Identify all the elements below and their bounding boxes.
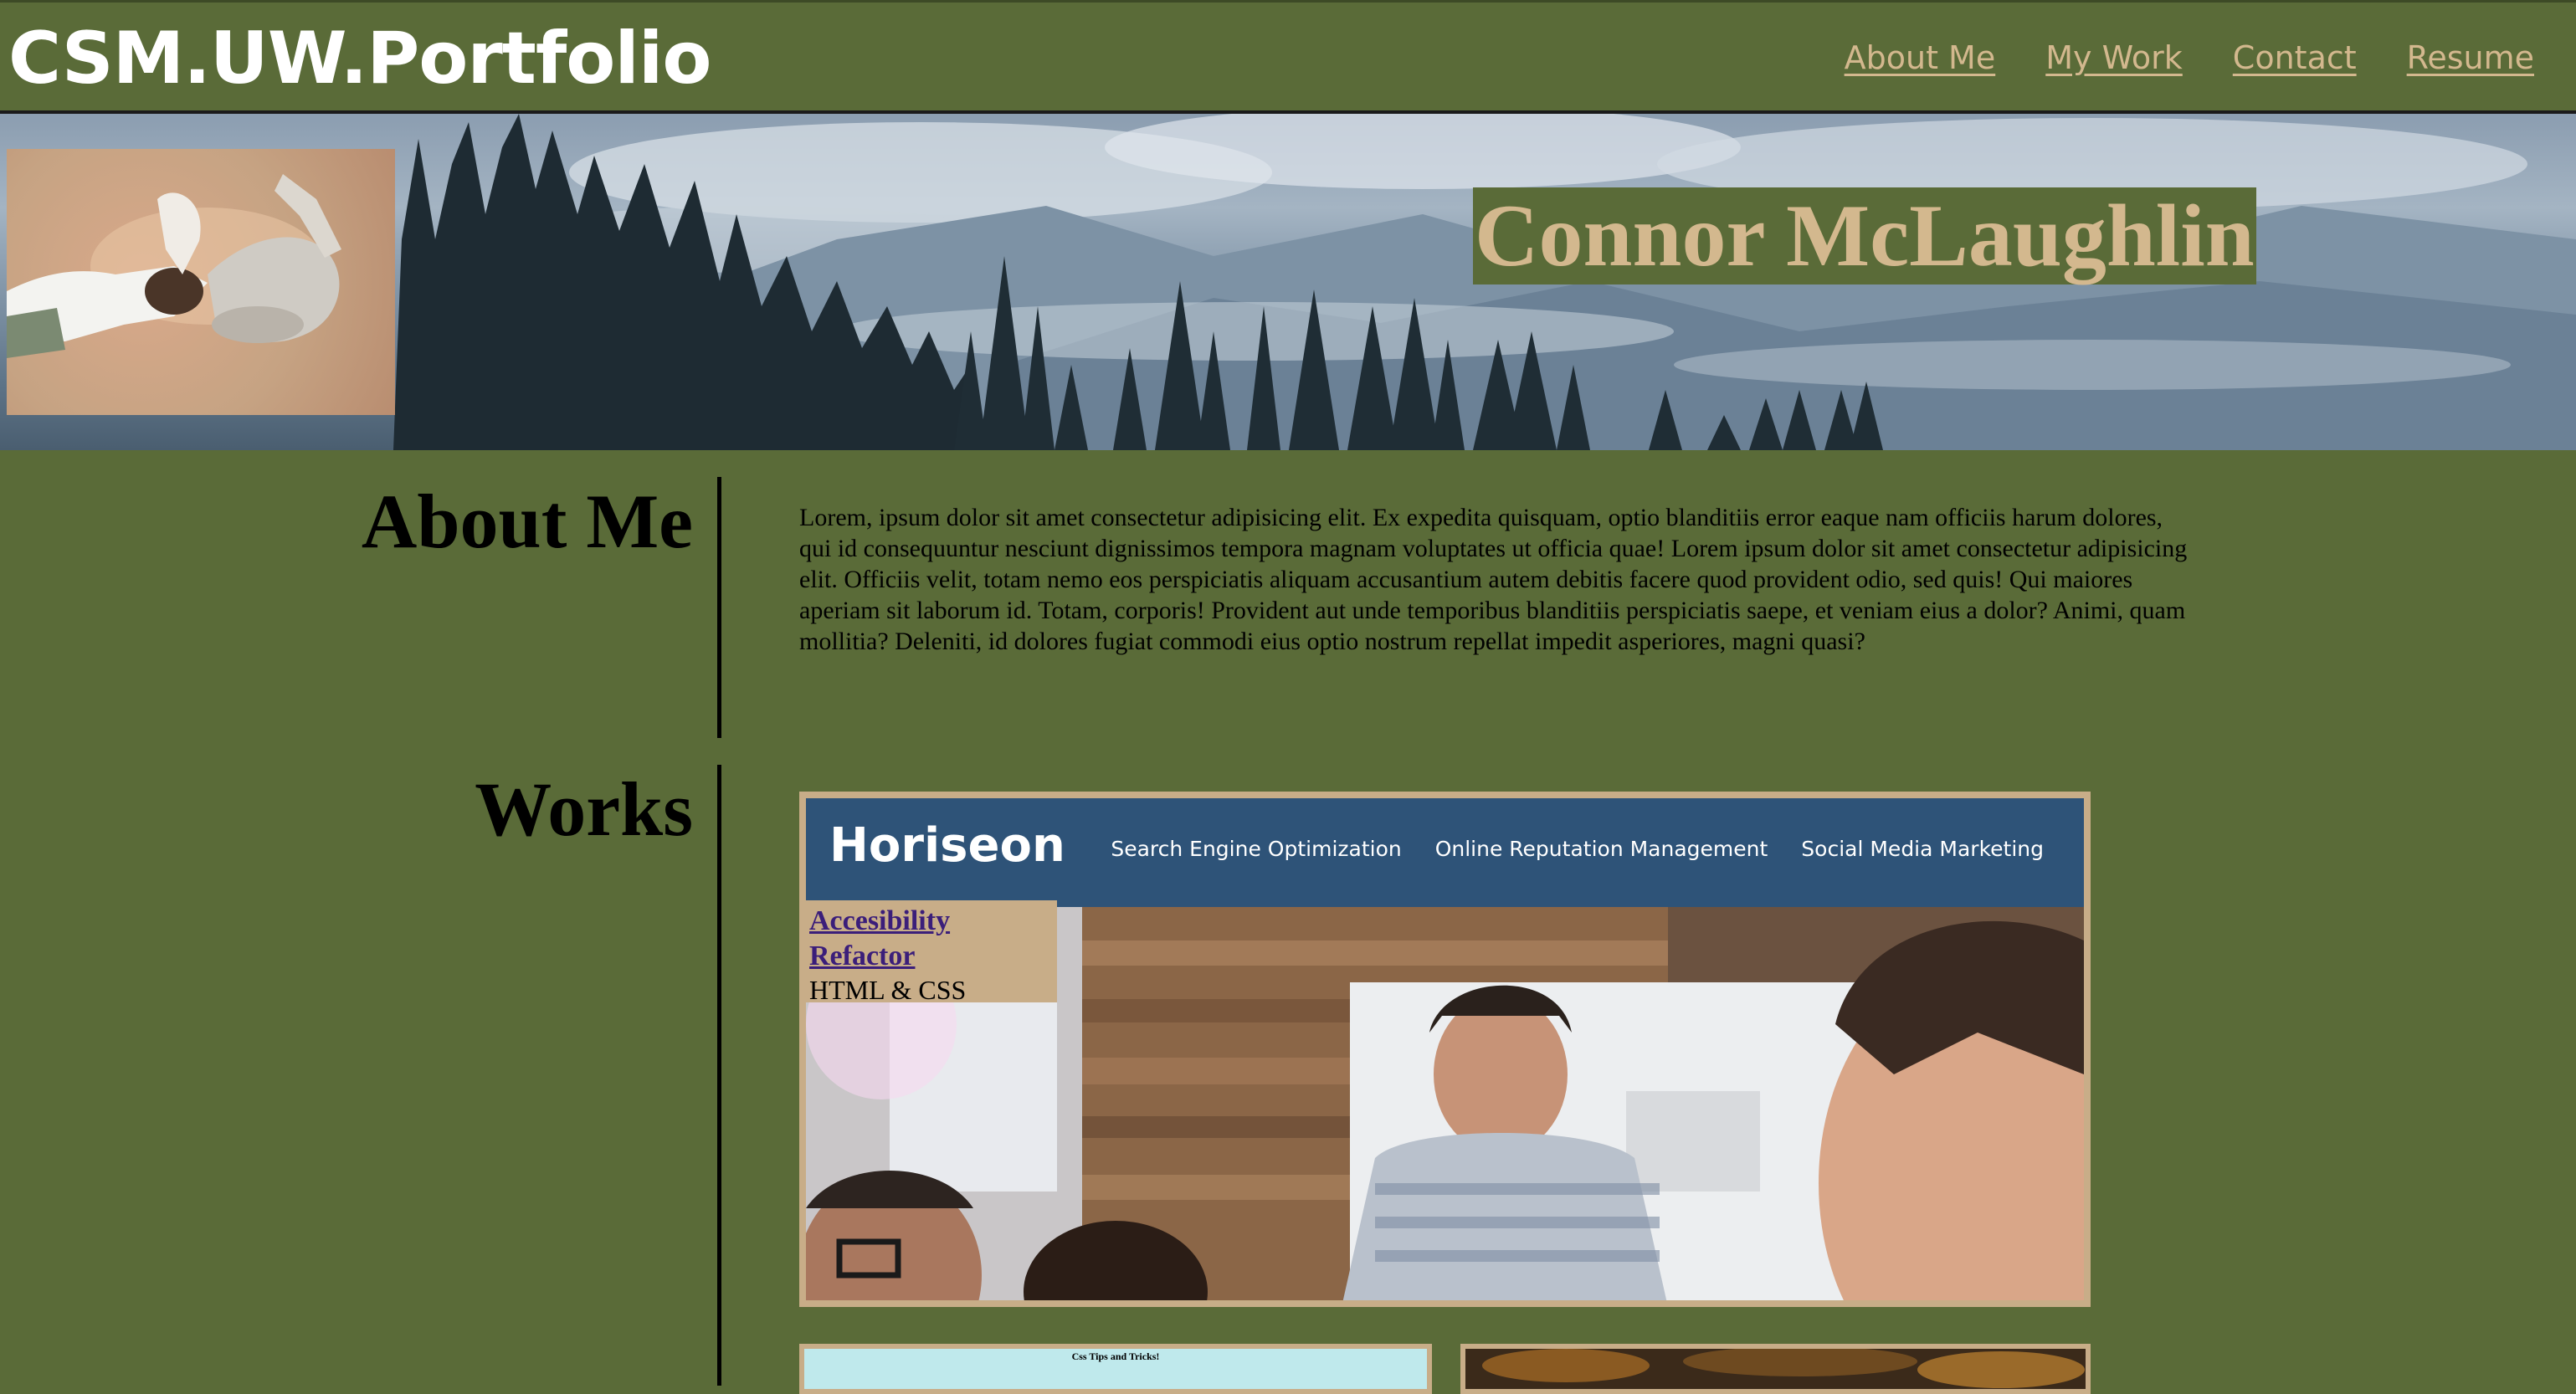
work-tech: HTML & CSS [809,975,967,1005]
works-divider [717,765,721,1386]
work-thumbnail-photo[interactable] [1460,1344,2091,1394]
horiseon-link-smm: Social Media Marketing [1801,837,2044,861]
site-header: CSM.UW.Portfolio About Me My Work Contac… [0,0,2576,114]
about-me-text: Lorem, ipsum dolor sit amet consectetur … [799,504,2188,655]
work-link-accesibility[interactable]: Accesibility [809,904,1054,939]
thumbnail-title: Css Tips and Tricks! [1071,1350,1160,1362]
main-nav: About Me My Work Contact Resume [1845,33,2534,83]
about-me-title: About Me [361,479,693,564]
autumn-tree-photo [1465,1349,2086,1389]
work-link-refactor[interactable]: Refactor [809,939,1054,974]
site-brand: CSM.UW.Portfolio [8,17,711,100]
horiseon-link-seo: Search Engine Optimization [1111,837,1402,861]
nav-about-me[interactable]: About Me [1845,33,1996,83]
horiseon-nav-links: Search Engine Optimization Online Reputa… [1111,837,2044,861]
nav-resume[interactable]: Resume [2407,33,2534,83]
horiseon-link-orm: Online Reputation Management [1434,837,1768,861]
horiseon-site-header: Horiseon Search Engine Optimization Onli… [806,798,2084,907]
work-thumbnail-css-tips[interactable]: Css Tips and Tricks! [799,1344,1432,1394]
hero-banner: Connor McLaughlin [0,114,2576,450]
hero-name: Connor McLaughlin [1473,187,2256,284]
nav-contact[interactable]: Contact [2233,33,2357,83]
featured-work-card[interactable]: Horiseon Search Engine Optimization Onli… [799,792,2091,1307]
about-divider [717,477,721,738]
horiseon-logo: Horiseon [829,818,1065,873]
works-title: Works [475,766,693,852]
featured-work-label: Accesibility Refactor HTML & CSS [806,900,1057,1005]
portrait-photo [7,149,395,415]
nav-my-work[interactable]: My Work [2045,33,2183,83]
